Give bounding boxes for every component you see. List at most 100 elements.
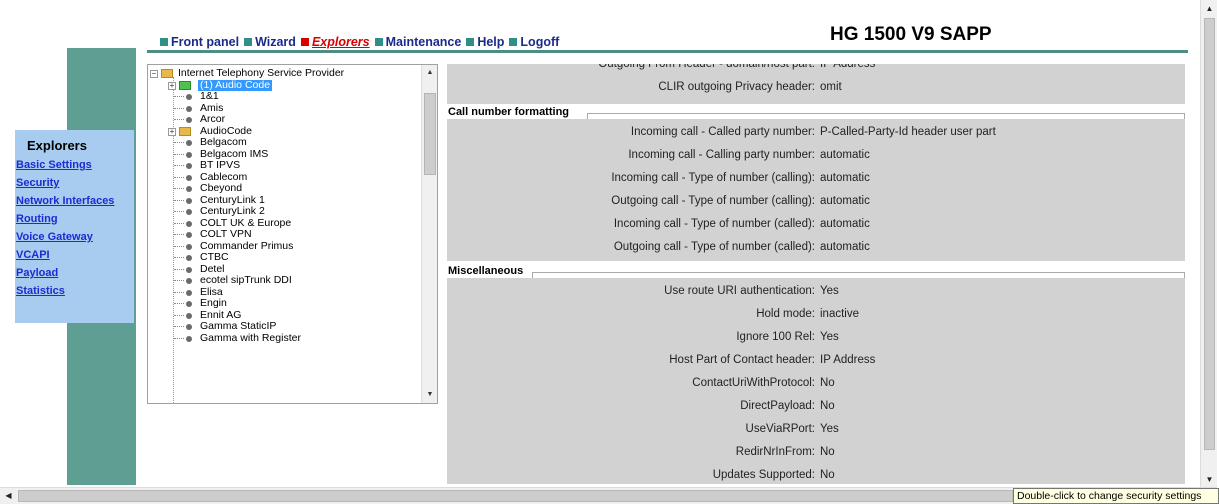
tree-connector	[174, 107, 184, 109]
nav-bullet-icon	[160, 38, 168, 46]
tree-item[interactable]: BT IPVS	[148, 159, 422, 172]
tree-item[interactable]: CenturyLink 1	[148, 194, 422, 207]
tree-item[interactable]: + AudioCode	[148, 125, 422, 138]
page-hscroll-thumb[interactable]	[18, 490, 1013, 502]
nav-wizard[interactable]: Wizard	[244, 35, 296, 49]
detail-row: DirectPayload: No	[443, 395, 1188, 418]
tree-item-label: ecotel sipTrunk DDI	[200, 274, 292, 286]
title-divider	[147, 50, 1188, 53]
detail-label: Host Part of Contact header:	[669, 354, 815, 366]
detail-value: No	[820, 469, 835, 481]
page-vertical-scrollbar[interactable]: ▲ ▼	[1200, 0, 1217, 488]
tree-item[interactable]: Amis	[148, 102, 422, 115]
tree-item[interactable]: + (1) Audio Code	[148, 79, 422, 91]
nav-explorers[interactable]: Explorers	[300, 35, 370, 49]
tree-item[interactable]: Arcor	[148, 113, 422, 126]
detail-row: Incoming call - Type of number (calling)…	[443, 167, 1188, 190]
app-title: HG 1500 V9 SAPP	[830, 24, 992, 45]
tree-scroll-down-icon[interactable]: ▼	[422, 387, 437, 403]
tree-root[interactable]: − Internet Telephony Service Provider	[148, 67, 422, 80]
collapse-icon[interactable]: −	[150, 70, 158, 78]
tree-item[interactable]: Belgacom	[148, 136, 422, 149]
tree-item[interactable]: COLT UK & Europe	[148, 217, 422, 230]
tree-content: − Internet Telephony Service Provider + (1)…	[148, 65, 422, 403]
nav-label: Help	[477, 35, 505, 49]
detail-value: IP Address	[820, 354, 876, 366]
nav-help[interactable]: Help	[466, 35, 504, 49]
explorer-link-voice-gateway[interactable]: Voice Gateway	[16, 231, 134, 249]
leaf-bullet-icon	[186, 163, 192, 169]
tree-item[interactable]: Belgacom IMS	[148, 148, 422, 161]
leaf-bullet-icon	[186, 324, 192, 330]
leaf-bullet-icon	[186, 186, 192, 192]
expand-icon[interactable]: +	[168, 127, 176, 136]
nav-front-panel[interactable]: Front panel	[160, 35, 239, 49]
nav-logoff[interactable]: Logoff	[509, 35, 559, 49]
nav-maintenance[interactable]: Maintenance	[374, 35, 461, 49]
leaf-bullet-icon	[186, 335, 192, 342]
explorer-link-basic-settings[interactable]: Basic Settings	[16, 159, 134, 177]
tree-item[interactable]: 1&1	[148, 90, 422, 103]
provider-tree[interactable]: − Internet Telephony Service Provider + (1)…	[147, 64, 438, 404]
detail-value: IP Address	[820, 64, 876, 70]
detail-row: Hold mode: inactive	[443, 303, 1188, 326]
detail-value: Yes	[820, 423, 839, 435]
explorer-link-payload[interactable]: Payload	[16, 267, 134, 285]
leaf-bullet-icon	[186, 278, 192, 284]
tree-item[interactable]: Ennit AG	[148, 309, 422, 322]
detail-label: Incoming call - Type of number (called):	[613, 218, 815, 230]
detail-row: Incoming call - Calling party number: aut…	[443, 144, 1188, 167]
tree-item[interactable]: CTBC	[148, 251, 422, 264]
tree-item[interactable]: Engin	[148, 297, 422, 310]
detail-value: No	[820, 400, 835, 412]
tree-item-label: CTBC	[200, 251, 229, 263]
explorer-link-security[interactable]: Security	[16, 177, 134, 195]
leaf-bullet-icon	[186, 289, 192, 296]
nav-label: Logoff	[520, 35, 560, 49]
detail-value: No	[820, 446, 835, 458]
tree-item[interactable]: Gamma StaticIP	[148, 320, 422, 333]
detail-value: Yes	[820, 285, 839, 297]
tree-item[interactable]: COLT VPN	[148, 228, 422, 241]
leaf-bullet-icon	[186, 117, 192, 123]
explorer-link-statistics[interactable]: Statistics	[16, 285, 134, 303]
tree-connector	[174, 280, 184, 281]
detail-value: P-Called-Party-Id header user part	[820, 126, 996, 138]
nav-label: Front panel	[171, 35, 240, 49]
tree-connector	[174, 211, 184, 212]
tree-item[interactable]: Gamma with Register	[148, 332, 422, 345]
page-vscroll-thumb[interactable]	[1204, 18, 1215, 450]
detail-row: Host Part of Contact header: IP Address	[443, 349, 1188, 372]
explorer-link-vcapi[interactable]: VCAPI	[16, 249, 134, 267]
detail-label: Incoming call - Called party number:	[630, 126, 815, 138]
tree-item[interactable]: ecotel sipTrunk DDI	[148, 274, 422, 287]
detail-row: Outgoing call - Type of number (calling)…	[443, 190, 1188, 213]
tree-scroll-up-icon[interactable]: ▲	[422, 65, 437, 81]
detail-row: Use route URI authentication: Yes	[443, 280, 1188, 303]
tree-item-label: Arcor	[200, 113, 226, 125]
expand-icon[interactable]: +	[168, 81, 176, 90]
tree-scroll-thumb[interactable]	[424, 93, 436, 175]
leaf-bullet-icon	[186, 255, 192, 261]
tree-connector	[174, 142, 184, 143]
tree-item[interactable]: Cablecom	[148, 171, 422, 184]
tree-item[interactable]: Elisa	[148, 286, 422, 299]
explorer-link-routing[interactable]: Routing	[16, 213, 134, 231]
page-scroll-up-icon[interactable]: ▲	[1201, 0, 1218, 17]
detail-value: automatic	[820, 241, 870, 253]
explorer-link-network-interfaces[interactable]: Network Interfaces	[16, 195, 134, 213]
leaf-bullet-icon	[186, 266, 192, 273]
detail-label: Hold mode:	[756, 308, 815, 320]
tree-connector	[174, 303, 184, 304]
nav-label: Explorers	[311, 35, 370, 49]
tree-vertical-scrollbar[interactable]: ▲ ▼	[421, 65, 437, 403]
detail-label: DirectPayload:	[740, 400, 815, 412]
page-scroll-left-icon[interactable]: ◀	[0, 488, 17, 504]
tree-item-label: Gamma StaticIP	[200, 320, 277, 332]
tree-item[interactable]: Commander Primus	[148, 240, 422, 253]
tree-connector	[174, 291, 184, 293]
page-scroll-down-icon[interactable]: ▼	[1201, 471, 1218, 488]
detail-row: ContactUriWithProtocol: No	[443, 372, 1188, 395]
tree-item[interactable]: CenturyLink 2	[148, 205, 422, 218]
tree-item[interactable]: Cbeyond	[148, 182, 422, 195]
